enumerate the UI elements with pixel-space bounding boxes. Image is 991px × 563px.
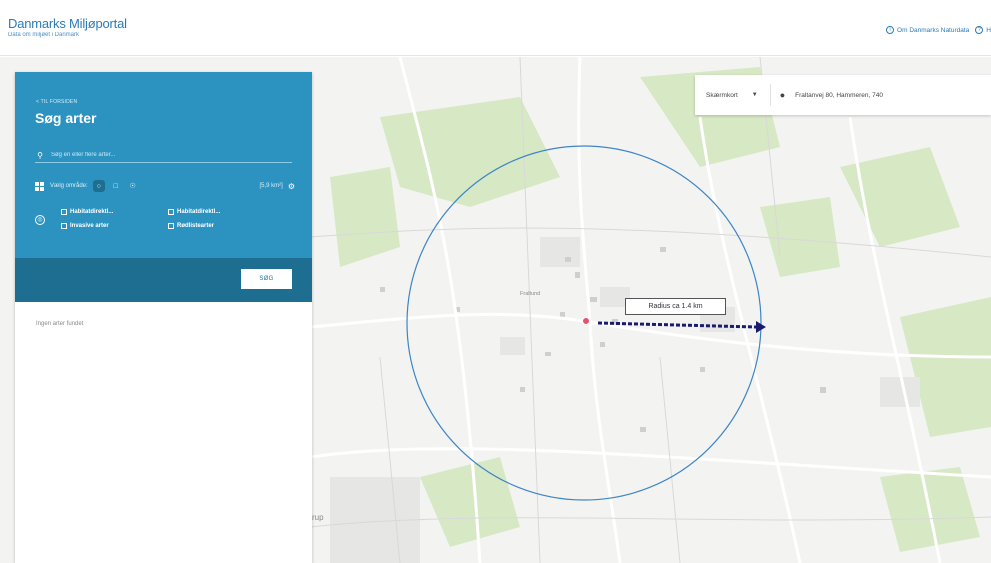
info-icon: i [886, 26, 895, 34]
species-search-panel: < TIL FORSIDEN Søg arter ⚲ Vælg område: … [15, 72, 312, 563]
toolbar-divider [769, 84, 771, 106]
target-icon: ◎ [35, 215, 45, 225]
gear-icon[interactable]: ⚙ [288, 182, 295, 191]
site-header: Danmarks Miljøportal Data om miljøet i D… [0, 0, 991, 56]
circle-tool-icon[interactable]: ○ [92, 180, 105, 192]
layer-select-label: Skærmkort [706, 91, 738, 99]
about-link[interactable]: i Om Danmarks Naturdata [886, 26, 969, 34]
filter-habitat-1[interactable]: Habitatdirektl... [61, 209, 113, 215]
checkbox[interactable] [168, 223, 174, 229]
species-search: ⚲ [35, 148, 292, 163]
filter-redlist-label: Rødlistearter [177, 223, 215, 229]
search-icon: ⚲ [37, 150, 43, 160]
area-label: Vælg område: [50, 183, 88, 189]
map-pin-icon: ● [779, 90, 786, 100]
map-buildings [380, 247, 826, 432]
area-selector: Vælg område: ○ □ ☉ [5,9 km²] ⚙ [35, 179, 295, 193]
results-empty-text: Ingen arter fundet [36, 321, 84, 327]
brand-title[interactable]: Danmarks Miljøportal [8, 16, 127, 31]
place-partial-label: rup [312, 513, 324, 522]
help-link-label: H [986, 26, 991, 34]
address-field[interactable]: Fraltanvej 80, Hammeren, 740 [795, 92, 883, 99]
filter-invasive-label: Invasive arter [70, 223, 109, 229]
species-filters: ◎ Habitatdirektl... Habitatdirektl... In… [35, 206, 295, 236]
filter-habitat-2-label: Habitatdirektl... [177, 209, 221, 215]
layer-select[interactable]: Skærmkort ▼ [706, 92, 758, 99]
center-point-marker[interactable] [582, 317, 590, 325]
about-link-label: Om Danmarks Naturdata [897, 26, 970, 34]
filter-habitat-2[interactable]: Habitatdirektl... [168, 209, 220, 215]
caret-down-icon: ▼ [751, 92, 758, 98]
filter-invasive[interactable]: Invasive arter [61, 223, 109, 229]
checkbox[interactable] [61, 209, 67, 215]
brand-subtitle: Data om miljøet i Danmark [8, 32, 80, 38]
radius-tooltip: Radius ca 1.4 km [625, 298, 726, 315]
search-button[interactable]: SØG [241, 269, 292, 289]
header-links: i Om Danmarks Naturdata ? H [886, 26, 991, 34]
help-link[interactable]: ? H [975, 26, 991, 34]
filter-redlist[interactable]: Rødlistearter [168, 223, 214, 229]
checkbox[interactable] [61, 223, 67, 229]
area-value: [5,9 km²] [259, 183, 283, 189]
map-lots [330, 237, 920, 563]
map-toolbar: Skærmkort ▼ ● Fraltanvej 80, Hammeren, 7… [695, 75, 991, 115]
grid-icon [35, 181, 44, 191]
help-icon: ? [975, 26, 984, 34]
brand[interactable]: Danmarks Miljøportal Data om miljøet i D… [8, 16, 127, 38]
back-to-frontpage-link[interactable]: < TIL FORSIDEN [36, 99, 77, 105]
village-label: Fraltund [520, 291, 541, 297]
polygon-tool-icon[interactable]: □ [110, 180, 122, 192]
species-search-input[interactable] [51, 152, 271, 158]
filter-habitat-1-label: Habitatdirektl... [70, 209, 114, 215]
page-title: Søg arter [35, 110, 97, 126]
point-tool-icon[interactable]: ☉ [127, 180, 139, 192]
checkbox[interactable] [168, 209, 174, 215]
